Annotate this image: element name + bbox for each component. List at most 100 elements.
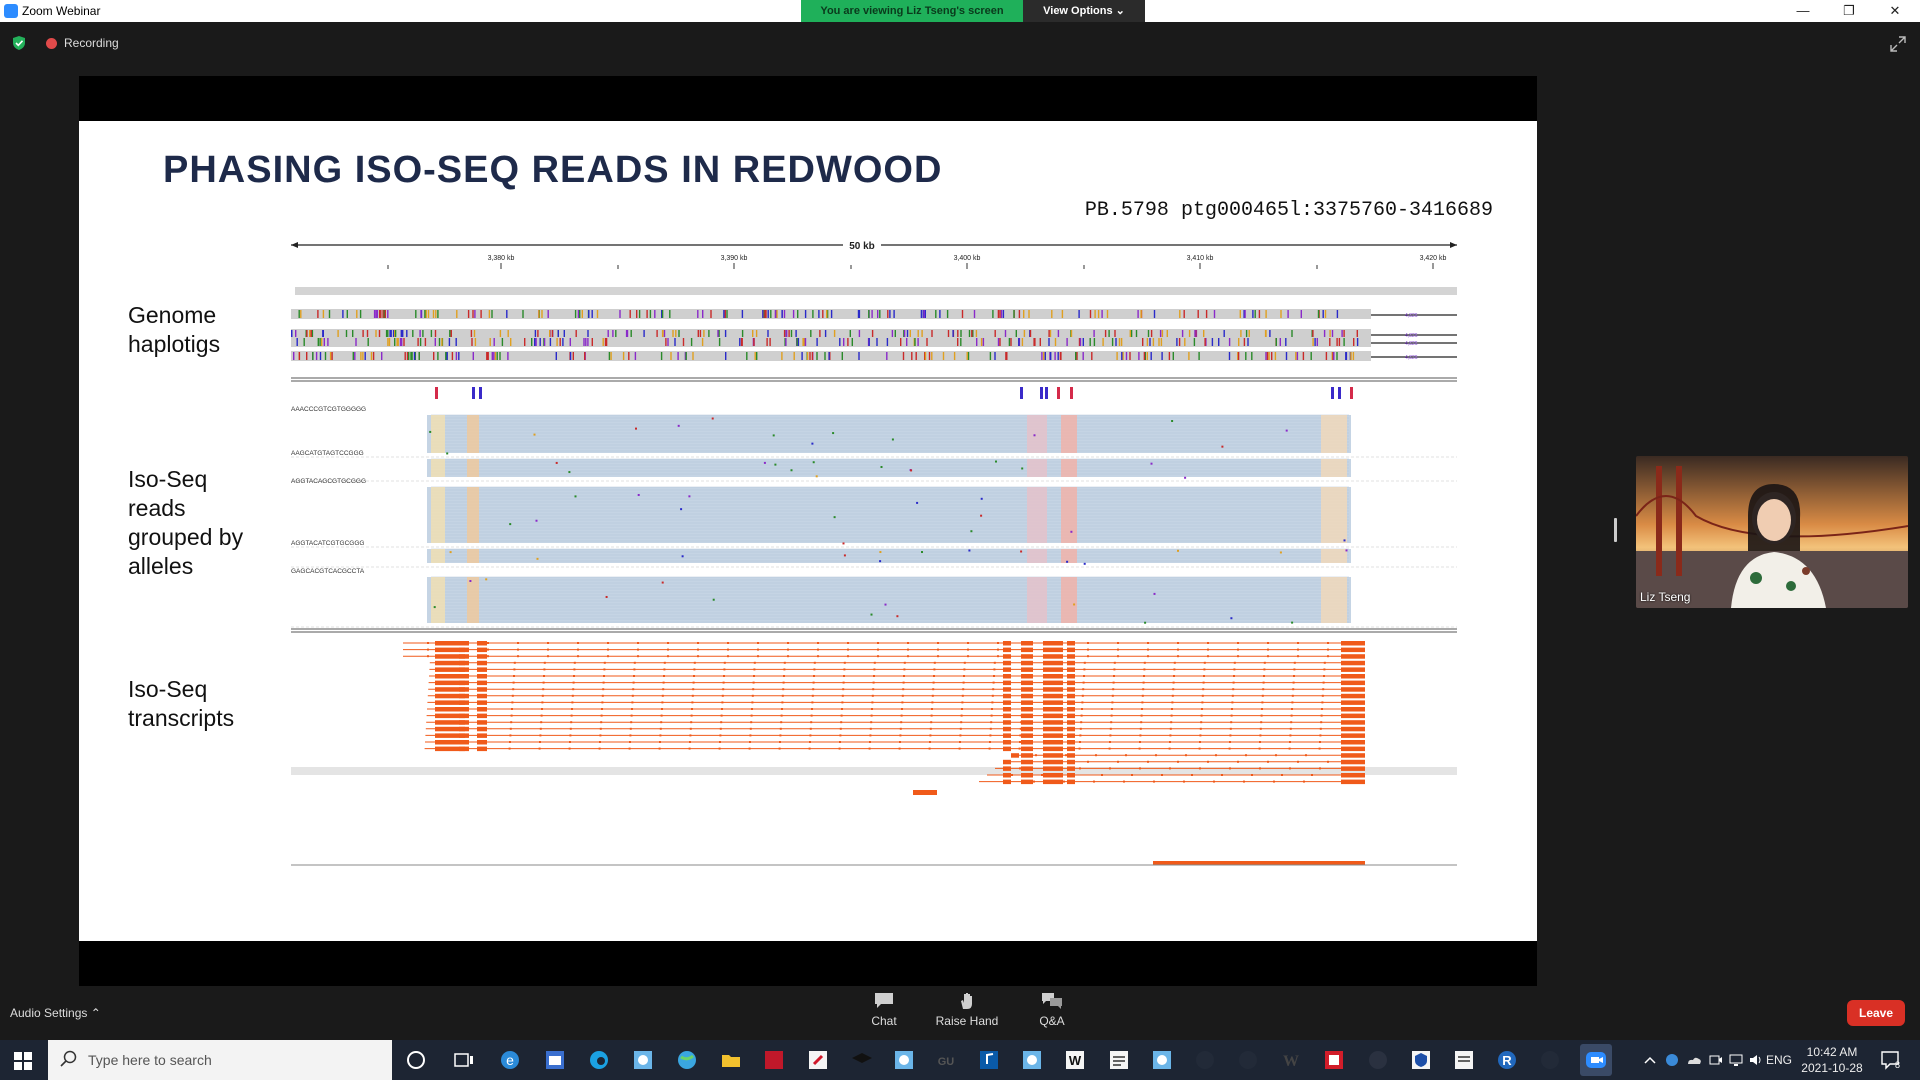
browser-shortcut-icon[interactable]	[631, 1048, 655, 1072]
edge-icon[interactable]	[587, 1048, 611, 1072]
task-view-icon[interactable]	[452, 1048, 476, 1072]
exon-dot	[1231, 701, 1234, 704]
notifications-icon[interactable]: 8	[1880, 1050, 1900, 1070]
mismatch	[790, 469, 793, 472]
exon-block	[1067, 746, 1075, 752]
mismatch	[446, 452, 449, 455]
chat-button[interactable]: Chat	[844, 992, 924, 1028]
snp-mark	[1168, 352, 1171, 360]
word-app-icon[interactable]: W	[1063, 1048, 1087, 1072]
clock[interactable]: 10:42 AM 2021-10-28	[1800, 1044, 1864, 1076]
fullscreen-icon[interactable]	[1890, 36, 1906, 52]
tray-chevron-up-icon[interactable]	[1642, 1052, 1658, 1068]
gu-app-icon[interactable]: GU	[934, 1048, 958, 1072]
snp-mark	[1120, 338, 1123, 346]
snp-mark	[717, 330, 719, 338]
windows-start-icon[interactable]	[14, 1052, 32, 1070]
snp-mark	[1018, 338, 1020, 346]
snp-mark	[1082, 338, 1084, 346]
exon-dot	[1229, 727, 1232, 730]
dark-app-icon[interactable]	[1538, 1048, 1562, 1072]
maximize-icon[interactable]: ❐	[1834, 2, 1864, 20]
internet-explorer-icon[interactable]: e	[498, 1048, 522, 1072]
w-app-icon[interactable]: W	[1279, 1048, 1303, 1072]
leave-button[interactable]: Leave	[1847, 1000, 1905, 1026]
snp-mark	[387, 330, 389, 338]
exon-dot	[1230, 714, 1233, 717]
cortana-icon[interactable]	[404, 1048, 428, 1072]
qa-button[interactable]: Q&A	[1012, 992, 1092, 1028]
exon-dot	[1170, 714, 1173, 717]
dark-app-icon[interactable]	[1236, 1048, 1260, 1072]
close-icon[interactable]: ✕	[1880, 2, 1910, 20]
tray-meet-now-icon[interactable]	[1708, 1052, 1724, 1068]
zoom-taskbar-icon[interactable]	[1580, 1044, 1612, 1076]
exon-dot	[1297, 760, 1299, 763]
view-options-button[interactable]: View Options ⌄	[1023, 0, 1145, 22]
snp-mark	[549, 330, 551, 338]
browser-shortcut-icon[interactable]	[892, 1048, 916, 1072]
graduation-cap-icon[interactable]	[850, 1048, 874, 1072]
snp-mark	[433, 352, 435, 360]
r-app-icon[interactable]: R	[1495, 1048, 1519, 1072]
taskbar-search-box[interactable]: Type here to search	[48, 1040, 392, 1080]
exon-dot	[1170, 721, 1173, 724]
globe-icon[interactable]	[675, 1048, 699, 1072]
exon-block	[1067, 713, 1075, 719]
snp-mark	[303, 338, 305, 346]
snp-mark	[612, 330, 614, 338]
network-icon[interactable]	[1728, 1052, 1744, 1068]
browser-shortcut-icon[interactable]	[1020, 1048, 1044, 1072]
variant-column	[467, 487, 479, 543]
exon-dot	[573, 668, 576, 671]
exon-block	[1341, 654, 1365, 659]
exon-dot	[877, 655, 879, 658]
dark-app-icon[interactable]	[1193, 1048, 1217, 1072]
snp-mark	[725, 352, 727, 360]
music-app-icon[interactable]	[977, 1048, 1001, 1072]
volume-icon[interactable]	[1748, 1052, 1764, 1068]
exon-dot	[517, 648, 519, 651]
language-indicator[interactable]: ENG	[1766, 1053, 1792, 1067]
notes-app-icon[interactable]	[1107, 1048, 1131, 1072]
pdf-app-icon[interactable]	[806, 1048, 830, 1072]
exon-block	[1341, 713, 1365, 719]
snp-mark	[1223, 330, 1225, 338]
exon-dot	[839, 741, 841, 743]
label-line: transcripts	[128, 705, 235, 731]
snp-mark	[403, 338, 405, 346]
exon-dot	[568, 747, 571, 750]
minimize-icon[interactable]: —	[1788, 2, 1818, 20]
security-app-icon[interactable]	[1409, 1048, 1433, 1072]
file-explorer-icon[interactable]	[719, 1048, 743, 1072]
raise-hand-icon	[961, 993, 972, 1009]
snp-mark	[703, 330, 705, 338]
exon-dot	[632, 681, 635, 684]
snp-mark	[425, 310, 427, 318]
raise-hand-button[interactable]: Raise Hand	[927, 992, 1007, 1028]
exon-dot	[427, 648, 429, 651]
calendar-app-icon[interactable]	[543, 1048, 567, 1072]
github-icon[interactable]	[1366, 1048, 1390, 1072]
security-shield-icon[interactable]	[12, 36, 26, 50]
exon-dot	[1297, 642, 1299, 644]
tray-onedrive-icon[interactable]	[1686, 1052, 1702, 1068]
exon-block	[1341, 667, 1365, 672]
audio-settings-button[interactable]: Audio Settings ⌃	[10, 1006, 101, 1020]
snp-mark	[499, 330, 502, 338]
participant-video[interactable]	[1636, 456, 1908, 608]
exon-block	[459, 693, 469, 699]
exon-dot	[989, 734, 992, 737]
tray-app-icon[interactable]	[1664, 1052, 1680, 1068]
panel-resize-handle[interactable]	[1614, 518, 1617, 542]
snp-mark	[1000, 310, 1003, 318]
notes-app-icon[interactable]	[1452, 1048, 1476, 1072]
pdf-app-icon[interactable]	[1322, 1048, 1346, 1072]
snp-mark	[524, 338, 526, 346]
snp-mark	[1129, 330, 1131, 338]
snp-mark	[849, 330, 851, 338]
snp-mark	[994, 352, 996, 360]
red-app-icon[interactable]	[762, 1048, 786, 1072]
exon-dot	[1147, 648, 1149, 651]
browser-shortcut-icon[interactable]	[1150, 1048, 1174, 1072]
